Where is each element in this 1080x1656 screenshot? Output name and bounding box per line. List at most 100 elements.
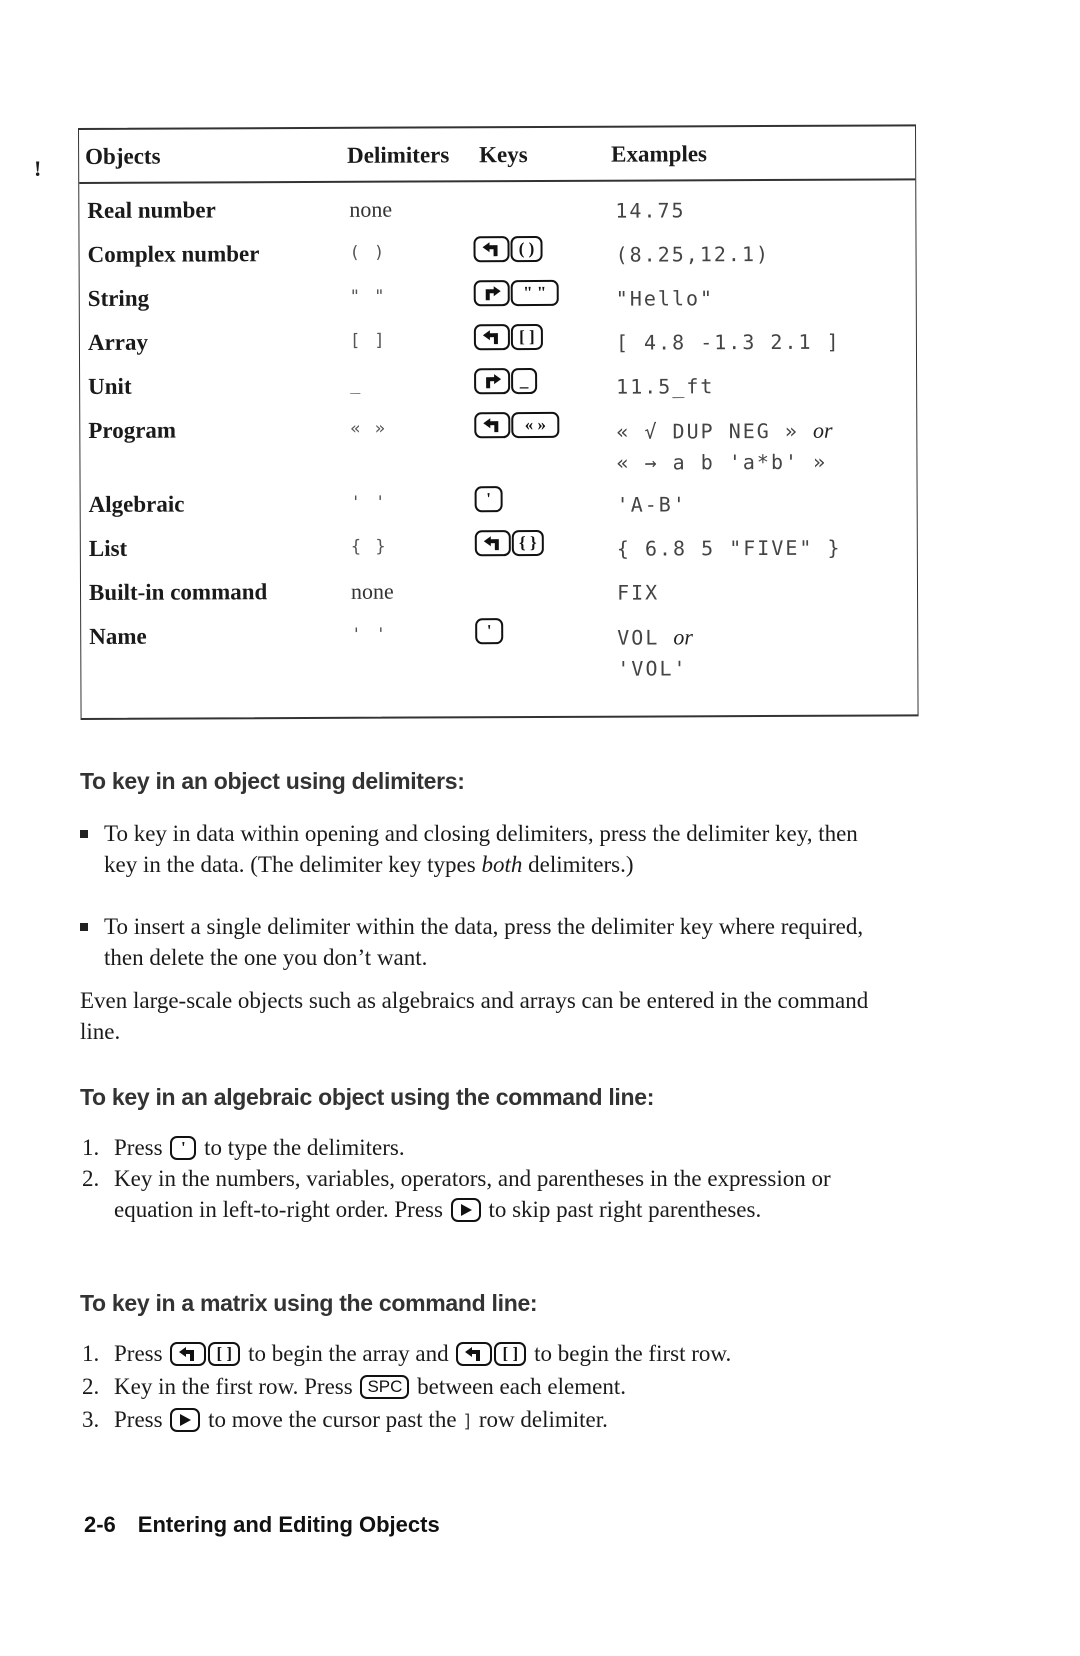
step-item: 2. Key in the numbers, variables, operat… — [82, 1163, 902, 1225]
example-line-2: « → a b 'a*b' » — [616, 449, 828, 475]
object-name: Program — [88, 417, 177, 443]
table-row: List { } { } { 6.8 5 "FIVE" } — [81, 524, 917, 572]
example-line-2: 'VOL' — [617, 656, 688, 681]
object-name: List — [88, 535, 128, 561]
step-text-end: between each element. — [417, 1374, 626, 1399]
right-shift-key[interactable] — [473, 280, 510, 307]
example: 14.75 — [615, 198, 686, 223]
braces-key[interactable]: { } — [511, 529, 544, 557]
tick-key[interactable]: ' — [170, 1135, 197, 1160]
step-number: 2. — [82, 1166, 100, 1191]
chapter-title: Entering and Editing Objects — [137, 1512, 440, 1537]
left-shift-icon — [482, 242, 498, 257]
step-item: 1. Press ' to type the delimiters. — [82, 1132, 902, 1163]
delimiters: [ ] — [349, 330, 387, 351]
table-row: Real number none 14.75 — [79, 186, 915, 234]
or-text: or — [812, 417, 833, 443]
example: VOL or 'VOL' — [617, 621, 693, 684]
step-item: 1. Press [ ] to begin the array and [ ] … — [82, 1338, 902, 1369]
bullet-item: To insert a single delimiter within the … — [80, 911, 880, 973]
example-line-1: « √ DUP NEG » — [616, 418, 799, 444]
delimiters: { } — [350, 536, 388, 557]
key-sequence: [ ] — [473, 323, 543, 351]
right-shift-key[interactable] — [474, 368, 511, 395]
example: (8.25,12.1) — [615, 241, 771, 267]
key-sequence: « » — [474, 411, 560, 439]
object-name: Complex number — [87, 241, 260, 267]
tick-key[interactable]: ' — [475, 618, 504, 645]
underscore-key[interactable]: _ — [511, 367, 538, 395]
bullet-text: To insert a single delimiter within the … — [104, 914, 864, 970]
right-arrow-key[interactable] — [450, 1197, 481, 1222]
key-sequence: " " — [473, 279, 559, 307]
step-text-end: to type the delimiters. — [204, 1135, 405, 1160]
quotes-key[interactable]: " " — [510, 279, 559, 307]
left-shift-key[interactable] — [170, 1341, 207, 1366]
step-text: to move the cursor past the — [208, 1407, 457, 1432]
left-shift-icon — [179, 1346, 195, 1361]
object-name: Real number — [87, 197, 216, 223]
header-examples: Examples — [611, 141, 708, 167]
left-shift-key[interactable] — [473, 236, 510, 263]
step-text-end: row delimiter. — [478, 1407, 608, 1432]
step-number: 1. — [82, 1135, 100, 1160]
example: « √ DUP NEG » or « → a b 'a*b' » — [616, 415, 832, 479]
step-text: Press — [114, 1407, 163, 1432]
bullet-item: To key in data within opening and closin… — [80, 818, 880, 880]
table-row: Array [ ] [ ] [ 4.8 -1.3 2.1 ] — [80, 318, 916, 366]
section-heading: To key in an object using delimiters: — [80, 768, 465, 794]
left-shift-key[interactable] — [456, 1341, 493, 1366]
table-row: Algebraic ' ' ' 'A-B' — [81, 480, 917, 528]
example: "Hello" — [615, 286, 715, 311]
section-heading: To key in a matrix using the command lin… — [80, 1290, 538, 1316]
brackets-key[interactable]: [ ] — [208, 1341, 241, 1366]
left-shift-key[interactable] — [474, 530, 511, 557]
right-arrow-icon — [180, 1413, 192, 1426]
table-row: Complex number ( ) ( ) (8.25,12.1) — [79, 230, 915, 278]
object-name: Built-in command — [88, 579, 268, 605]
example: [ 4.8 -1.3 2.1 ] — [615, 329, 841, 355]
right-arrow-key[interactable] — [170, 1407, 201, 1432]
step-text: Press — [114, 1135, 163, 1160]
margin-mark: ! — [34, 156, 42, 181]
step-number: 2. — [82, 1374, 100, 1399]
delimiters: none — [349, 196, 393, 222]
table-header-row: Objects Delimiters Keys Examples — [79, 126, 916, 184]
body-paragraph: Even large-scale objects such as algebra… — [80, 988, 869, 1044]
header-delimiters: Delimiters — [347, 142, 450, 168]
parentheses-key[interactable]: ( ) — [510, 235, 543, 263]
example: FIX — [616, 580, 660, 605]
section-heading: To key in an algebraic object using the … — [80, 1084, 655, 1110]
step-text-end: to begin the first row. — [534, 1341, 732, 1366]
left-shift-key[interactable] — [473, 324, 510, 351]
step-item: 2. Key in the first row. Press SPC betwe… — [82, 1371, 902, 1402]
object-name: Algebraic — [88, 491, 185, 517]
tick-key[interactable]: ' — [474, 486, 503, 513]
key-sequence: ' — [474, 486, 503, 513]
delimiters: ( ) — [349, 242, 387, 263]
left-shift-icon — [483, 536, 499, 551]
delimiters: ' ' — [351, 624, 388, 645]
right-shift-icon — [486, 374, 502, 389]
example: { 6.8 5 "FIVE" } — [616, 535, 842, 561]
step-text: Key in the first row. Press — [114, 1374, 353, 1399]
step-number: 1. — [82, 1341, 100, 1366]
table-row: Name ' ' ' VOL or 'VOL' — [81, 612, 917, 690]
table-row: Unit _ _ 11.5_ft — [80, 362, 916, 410]
space-key[interactable]: SPC — [360, 1374, 410, 1399]
key-sequence: ' — [475, 618, 504, 645]
objects-table: Objects Delimiters Keys Examples Real nu… — [78, 124, 919, 720]
page-footer: 2-6 Entering and Editing Objects — [84, 1512, 440, 1538]
step-item: 3. Press to move the cursor past the ] r… — [82, 1404, 902, 1437]
table-row: String " " " " "Hello" — [80, 274, 916, 322]
left-shift-key[interactable] — [474, 412, 511, 439]
delimiters: none — [350, 578, 394, 604]
program-delimiters-key[interactable]: « » — [511, 411, 560, 439]
delimiters: ' ' — [350, 492, 388, 513]
header-objects: Objects — [85, 143, 161, 169]
table-row: Built-in command none FIX — [81, 568, 917, 616]
brackets-key[interactable]: [ ] — [494, 1341, 527, 1366]
bullet-square-icon — [80, 923, 88, 931]
brackets-key[interactable]: [ ] — [510, 323, 543, 351]
example-line-1: VOL — [617, 625, 660, 650]
